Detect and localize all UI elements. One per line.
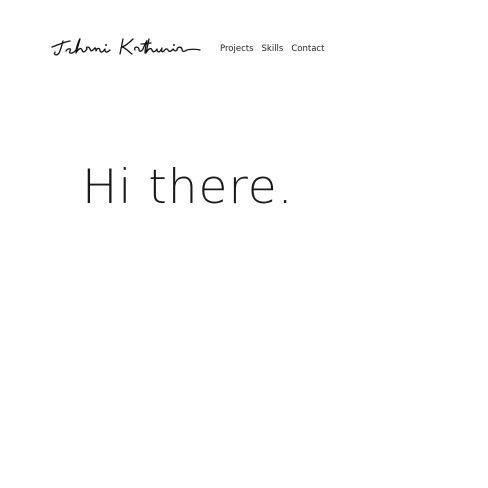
logo-signature[interactable]: Ishani Kathuria <box>50 33 210 59</box>
nav-link-contact[interactable]: Contact <box>291 43 324 55</box>
signature-logo-graphic <box>51 38 201 56</box>
main-nav: Projects Skills Contact <box>220 43 324 55</box>
nav-link-skills[interactable]: Skills <box>262 43 284 55</box>
nav-link-projects[interactable]: Projects <box>220 43 254 55</box>
hero-greeting: Hi there. <box>82 160 294 215</box>
site-header: Ishani Kathuria Projects Skills Contact <box>0 0 488 80</box>
